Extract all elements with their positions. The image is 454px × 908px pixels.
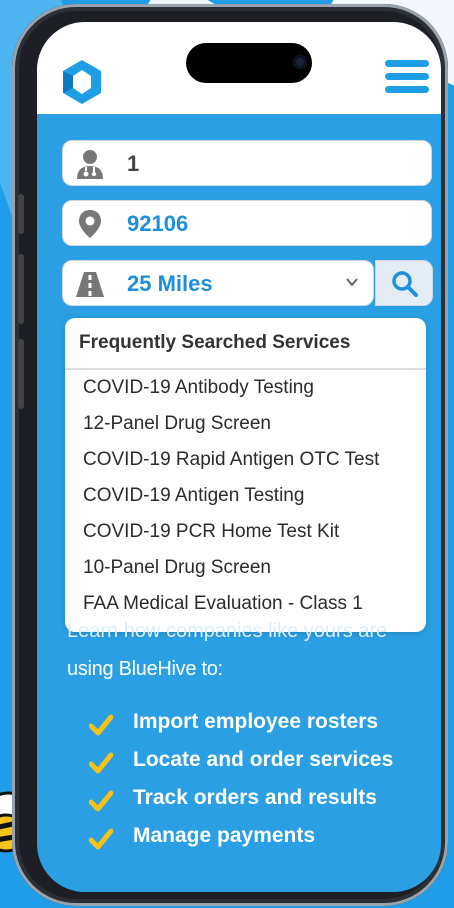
services-dropdown: Frequently Searched Services COVID-19 An… [65,318,426,632]
phone-frame: 1 92106 25 Miles Frequently Searched Ser… [12,4,448,906]
search-button[interactable] [375,260,433,306]
map-pin-icon [79,210,101,238]
service-option[interactable]: FAA Medical Evaluation - Class 1 [65,586,426,622]
app-header [37,22,441,114]
service-option[interactable]: COVID-19 PCR Home Test Kit [65,514,426,550]
people-count-field[interactable]: 1 [62,140,432,186]
menu-bar [385,60,429,67]
phone-side-button [18,194,24,234]
zip-code-field[interactable]: 92106 [62,200,432,246]
feature-label: Track orders and results [133,786,377,809]
distance-select[interactable]: 25 Miles [62,260,374,306]
dropdown-list: COVID-19 Antibody Testing 12-Panel Drug S… [65,370,426,622]
chevron-down-icon [346,278,358,287]
zip-code-value: 92106 [127,211,189,236]
checkmark-icon [89,828,113,850]
phone-side-button [18,254,24,324]
service-option[interactable]: 10-Panel Drug Screen [65,550,426,586]
hamburger-menu-icon[interactable] [385,60,429,98]
checkmark-icon [89,790,113,812]
service-option[interactable]: 12-Panel Drug Screen [65,406,426,442]
feature-label: Manage payments [133,824,316,847]
promo-text-partial: Learn how companies like yours are [67,620,388,642]
camera-lens-icon [293,55,307,69]
service-option[interactable]: COVID-19 Antibody Testing [65,370,426,406]
dropdown-heading: Frequently Searched Services [65,318,426,370]
road-icon [76,272,104,297]
phone-side-button [18,339,24,409]
menu-bar [385,86,429,93]
doctor-icon [77,150,103,179]
hexagon-logo-icon[interactable] [59,58,105,104]
distance-value: 25 Miles [127,271,213,296]
service-option[interactable]: COVID-19 Rapid Antigen OTC Test [65,442,426,478]
promo-text: using BlueHive to: [67,658,223,680]
menu-bar [385,73,429,80]
checkmark-icon [89,752,113,774]
people-count-value: 1 [127,151,140,176]
search-icon [392,271,418,297]
feature-label: Import employee rosters [133,710,379,733]
service-option[interactable]: COVID-19 Antigen Testing [65,478,426,514]
phone-screen: 1 92106 25 Miles Frequently Searched Ser… [37,22,441,892]
feature-label: Locate and order services [133,748,394,771]
checkmark-icon [89,714,113,736]
